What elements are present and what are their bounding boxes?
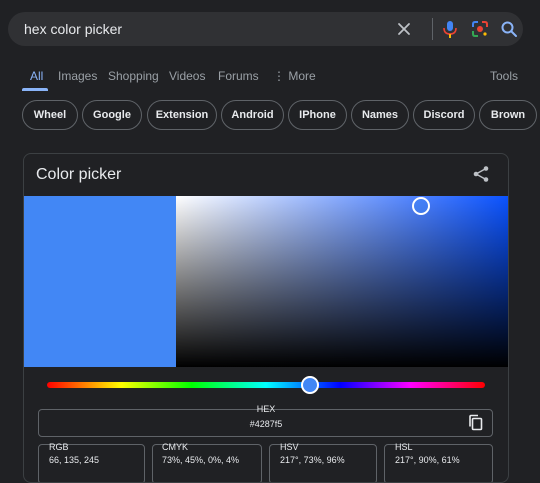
hue-slider[interactable] (47, 382, 485, 388)
selected-color-swatch (24, 196, 176, 367)
tab-all[interactable]: All (30, 69, 43, 83)
tab-more[interactable]: ⋮ More (273, 69, 316, 83)
google-lens-icon[interactable] (470, 19, 490, 39)
color-picker-card: Color picker HEX #4287f5 RGB 66, 135, 24… (23, 153, 509, 483)
chip-extension[interactable]: Extension (147, 100, 217, 130)
chip-iphone[interactable]: IPhone (288, 100, 347, 130)
rgb-label: RGB (49, 442, 69, 452)
tab-images[interactable]: Images (58, 69, 97, 83)
search-bar[interactable]: hex color picker (8, 12, 523, 46)
tab-more-label: More (288, 69, 316, 83)
search-icon[interactable] (500, 20, 518, 38)
saturation-value-handle[interactable] (412, 197, 430, 215)
chip-google[interactable]: Google (82, 100, 142, 130)
microphone-icon[interactable] (441, 19, 459, 39)
hex-label: HEX (256, 404, 276, 414)
card-title: Color picker (36, 166, 122, 183)
clear-icon[interactable] (395, 20, 413, 38)
chip-wheel[interactable]: Wheel (22, 100, 78, 130)
hsl-label: HSL (395, 442, 413, 452)
share-icon[interactable] (472, 165, 490, 183)
search-input[interactable]: hex color picker (24, 21, 122, 37)
cmyk-label: CMYK (162, 442, 189, 452)
hue-slider-handle[interactable] (300, 376, 319, 394)
active-tab-indicator (22, 88, 48, 91)
tab-shopping[interactable]: Shopping (108, 69, 159, 83)
chip-brown[interactable]: Brown (479, 100, 537, 130)
chip-names[interactable]: Names (351, 100, 409, 130)
copy-icon[interactable] (468, 414, 484, 432)
tab-tools[interactable]: Tools (490, 69, 518, 83)
chip-android[interactable]: Android (221, 100, 284, 130)
chip-discord[interactable]: Discord (413, 100, 475, 130)
saturation-value-area[interactable] (176, 196, 508, 367)
hex-value[interactable]: #4287f5 (24, 419, 508, 429)
tab-videos[interactable]: Videos (169, 69, 205, 83)
tab-forums[interactable]: Forums (218, 69, 259, 83)
hsv-label: HSV (280, 442, 299, 452)
search-divider (432, 18, 433, 40)
more-vertical-icon: ⋮ (273, 69, 289, 83)
